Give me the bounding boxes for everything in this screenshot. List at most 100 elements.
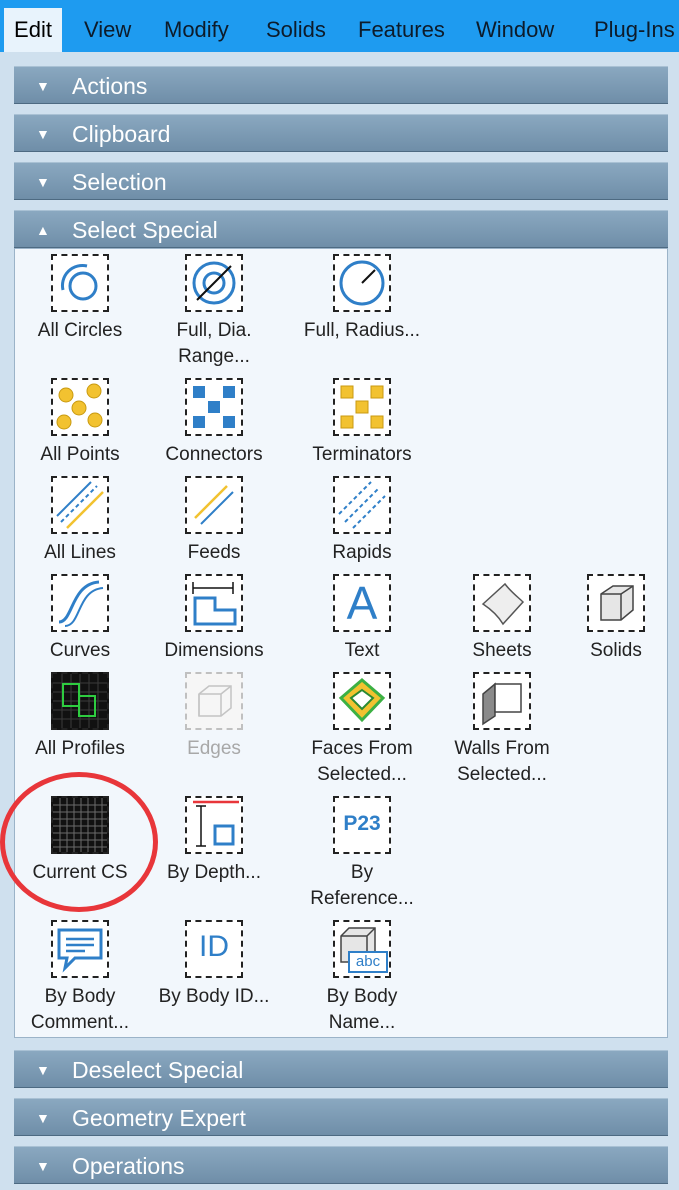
tool-label: Full, Radius... <box>303 320 421 341</box>
dimensions-icon <box>185 574 243 632</box>
menu-edit[interactable]: Edit <box>4 8 62 52</box>
section-label: Selection <box>72 169 167 195</box>
menu-window[interactable]: Window <box>476 8 554 52</box>
tool-label: All Profiles <box>35 738 125 759</box>
dimensions-button[interactable]: Dimensions <box>144 574 284 664</box>
tool-label: Terminators <box>312 444 412 465</box>
by-body-id-button[interactable]: ID By Body ID... <box>144 920 284 1010</box>
walls-from-selected-button[interactable]: Walls From Selected... <box>432 672 572 788</box>
chevron-down-icon: ▼ <box>36 126 50 142</box>
tool-label: Feeds <box>187 542 241 563</box>
section-label: Select Special <box>72 217 218 243</box>
feeds-button[interactable]: Feeds <box>144 476 284 566</box>
profiles-icon <box>51 672 109 730</box>
menu-plug-ins[interactable]: Plug-Ins <box>594 8 679 52</box>
all-circles-button[interactable]: All Circles <box>10 254 150 344</box>
rapids-icon <box>333 476 391 534</box>
menu-view[interactable]: View <box>84 8 131 52</box>
circles-icon <box>51 254 109 312</box>
tool-label: All Lines <box>44 542 116 563</box>
tool-label: Dimensions <box>164 640 264 661</box>
tool-label: All Points <box>40 444 120 465</box>
by-depth-button[interactable]: By Depth... <box>144 796 284 886</box>
solids-button[interactable]: Solids <box>546 574 679 664</box>
tool-label: Solids <box>590 640 642 661</box>
lines-icon <box>51 476 109 534</box>
curves-icon <box>51 574 109 632</box>
section-selection[interactable]: ▼ Selection <box>14 162 668 200</box>
full-dia-range-button[interactable]: Full, Dia. Range... <box>144 254 284 370</box>
by-body-name-button[interactable]: abc By Body Name... <box>292 920 432 1036</box>
menu-features[interactable]: Features <box>358 8 445 52</box>
menu-bar: Edit View Modify Solids Features Window … <box>0 0 679 52</box>
feeds-icon <box>185 476 243 534</box>
tool-label: All Circles <box>37 320 123 341</box>
tool-label: Walls From Selected... <box>454 738 550 785</box>
by-body-comment-button[interactable]: By Body Comment... <box>10 920 150 1036</box>
chevron-down-icon: ▼ <box>36 1158 50 1174</box>
section-deselect-special[interactable]: ▼ Deselect Special <box>14 1050 668 1088</box>
by-reference-button[interactable]: P23 By Reference... <box>292 796 432 912</box>
tool-label: Rapids <box>332 542 392 563</box>
tool-label: Full, Dia. Range... <box>176 320 252 367</box>
tool-label: By Depth... <box>167 862 261 883</box>
terminators-icon <box>333 378 391 436</box>
menu-modify[interactable]: Modify <box>164 8 229 52</box>
name-icon: abc <box>333 920 391 978</box>
text-icon: A <box>333 574 391 632</box>
id-icon: ID <box>185 920 243 978</box>
radius-icon <box>333 254 391 312</box>
reference-icon: P23 <box>333 796 391 854</box>
faces-icon <box>333 672 391 730</box>
curves-button[interactable]: Curves <box>10 574 150 664</box>
reference-glyph: P23 <box>343 812 381 835</box>
menu-solids[interactable]: Solids <box>266 8 326 52</box>
section-label: Clipboard <box>72 121 171 147</box>
full-radius-button[interactable]: Full, Radius... <box>292 254 432 344</box>
comment-icon <box>51 920 109 978</box>
section-label: Deselect Special <box>72 1057 244 1083</box>
points-icon <box>51 378 109 436</box>
connectors-icon <box>185 378 243 436</box>
sheets-icon <box>473 574 531 632</box>
text-glyph: A <box>346 577 378 629</box>
id-glyph: ID <box>199 930 229 963</box>
tool-label: By Body Name... <box>326 986 398 1033</box>
tool-label: By Body Comment... <box>30 986 130 1033</box>
tool-label: Connectors <box>165 444 263 465</box>
faces-from-selected-button[interactable]: Faces From Selected... <box>292 672 432 788</box>
all-points-button[interactable]: All Points <box>10 378 150 468</box>
solids-icon <box>587 574 645 632</box>
tool-label: Curves <box>49 640 111 661</box>
depth-icon <box>185 796 243 854</box>
tool-label: Edges <box>187 738 241 759</box>
tool-label: Faces From Selected... <box>311 738 413 785</box>
all-profiles-button[interactable]: All Profiles <box>10 672 150 762</box>
highlight-circle <box>0 772 158 912</box>
all-lines-button[interactable]: All Lines <box>10 476 150 566</box>
chevron-down-icon: ▼ <box>36 1110 50 1126</box>
tool-label: By Body ID... <box>158 986 270 1007</box>
tool-label: By Reference... <box>310 862 414 909</box>
section-label: Geometry Expert <box>72 1105 246 1131</box>
diameter-icon <box>185 254 243 312</box>
section-operations[interactable]: ▼ Operations <box>14 1146 668 1184</box>
section-clipboard[interactable]: ▼ Clipboard <box>14 114 668 152</box>
walls-icon <box>473 672 531 730</box>
chevron-down-icon: ▼ <box>36 174 50 190</box>
section-label: Actions <box>72 73 148 99</box>
rapids-button[interactable]: Rapids <box>292 476 432 566</box>
edges-button[interactable]: Edges <box>144 672 284 762</box>
section-actions[interactable]: ▼ Actions <box>14 66 668 104</box>
text-button[interactable]: A Text <box>292 574 432 664</box>
chevron-down-icon: ▼ <box>36 78 50 94</box>
edges-icon <box>185 672 243 730</box>
section-label: Operations <box>72 1153 185 1179</box>
section-geometry-expert[interactable]: ▼ Geometry Expert <box>14 1098 668 1136</box>
connectors-button[interactable]: Connectors <box>144 378 284 468</box>
terminators-button[interactable]: Terminators <box>292 378 432 468</box>
name-glyph: abc <box>355 953 381 970</box>
section-select-special[interactable]: ▲ Select Special <box>14 210 668 248</box>
chevron-up-icon: ▲ <box>36 222 50 238</box>
tool-label: Text <box>344 640 380 661</box>
